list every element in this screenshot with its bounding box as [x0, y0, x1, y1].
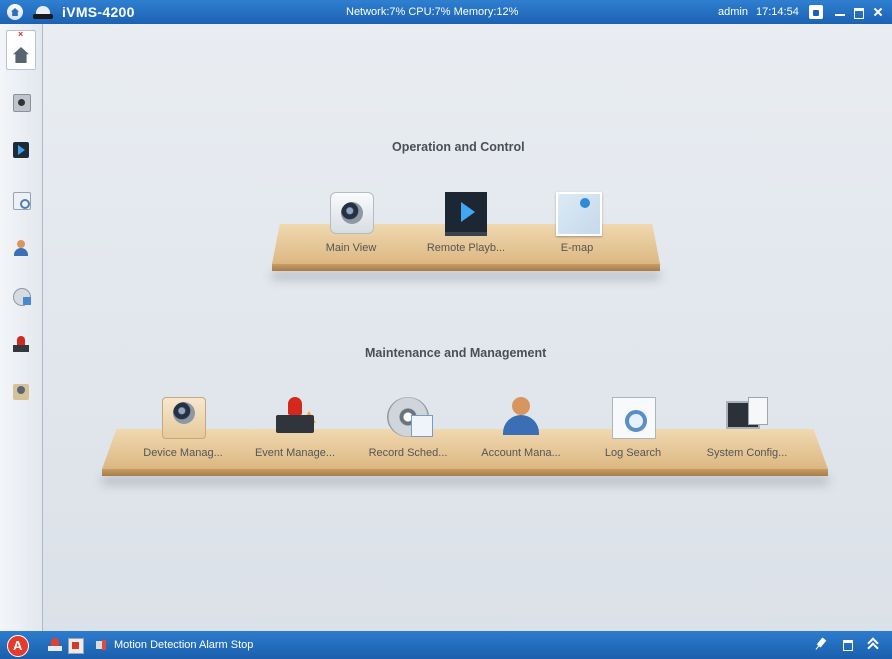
- device-icon[interactable]: [13, 384, 29, 400]
- expand-up-icon[interactable]: [866, 637, 878, 651]
- lock-icon[interactable]: [809, 5, 823, 19]
- home-icon[interactable]: [7, 4, 23, 20]
- alarm-light-icon[interactable]: [48, 638, 62, 652]
- log-search-icon[interactable]: [13, 192, 31, 210]
- log-search-icon: [612, 397, 656, 439]
- e-map-label: E-map: [560, 242, 594, 254]
- system-status: Network:7% CPU:7% Memory:12%: [346, 6, 519, 18]
- system-config-icon: [726, 397, 768, 437]
- camera-icon[interactable]: [13, 94, 31, 112]
- maintenance-section-title: Maintenance and Management: [365, 346, 547, 360]
- system-config-label: System Config...: [706, 447, 788, 459]
- maintenance-shelf: Device Manag... Event Manage... Record S…: [102, 397, 828, 476]
- record-schedule-icon: [387, 397, 433, 437]
- record-schedule-label: Record Sched...: [368, 447, 448, 459]
- close-button[interactable]: [871, 5, 885, 19]
- event-management-icon: [274, 397, 316, 437]
- e-map-icon: [556, 192, 602, 236]
- remote-playback-icon: [445, 192, 487, 236]
- main-view-label: Main View: [325, 242, 377, 254]
- account-management-label: Account Mana...: [481, 447, 561, 459]
- device-management-icon: [162, 397, 206, 439]
- control-panel: Operation and Control Main View Remote P…: [43, 24, 892, 631]
- event-management-label: Event Manage...: [254, 447, 336, 459]
- close-tab-icon[interactable]: ×: [18, 29, 23, 39]
- audio-icon[interactable]: [94, 638, 108, 652]
- remote-playback-label: Remote Playb...: [426, 242, 506, 254]
- home-icon: [13, 47, 29, 63]
- sidebar-item-home[interactable]: ×: [6, 29, 36, 70]
- clock: 17:14:54: [756, 6, 799, 18]
- alarm-icon[interactable]: [7, 635, 29, 657]
- device-management-label: Device Manag...: [143, 447, 223, 459]
- title-bar: iVMS-4200 Network:7% CPU:7% Memory:12% a…: [0, 0, 892, 24]
- playback-icon[interactable]: [13, 142, 29, 158]
- app-logo-icon: [33, 4, 53, 20]
- record-schedule-icon[interactable]: [13, 288, 31, 306]
- event-alarm-icon[interactable]: [13, 336, 29, 352]
- account-icon[interactable]: [13, 240, 29, 256]
- status-bar: Motion Detection Alarm Stop: [0, 631, 892, 659]
- minimize-button[interactable]: [833, 5, 847, 19]
- maximize-button[interactable]: [852, 5, 866, 19]
- account-management-icon: [500, 397, 542, 437]
- sidebar: ×: [0, 24, 43, 631]
- current-user[interactable]: admin: [718, 6, 748, 18]
- alarm-picture-icon[interactable]: [68, 638, 84, 654]
- operation-section-title: Operation and Control: [392, 140, 525, 154]
- app-name: iVMS-4200: [62, 4, 135, 20]
- alarm-message: Motion Detection Alarm Stop: [114, 639, 254, 651]
- main-view-icon: [330, 192, 374, 234]
- operation-shelf: Main View Remote Playb... E-map: [272, 192, 660, 271]
- window-icon[interactable]: [843, 640, 853, 651]
- log-search-label: Log Search: [604, 447, 662, 459]
- pin-icon[interactable]: [815, 638, 827, 650]
